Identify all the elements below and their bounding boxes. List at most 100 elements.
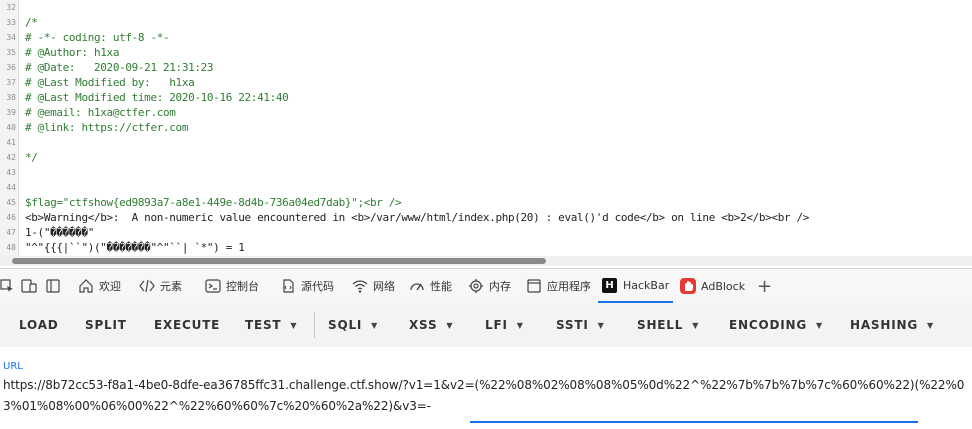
tab-performance[interactable]: 性能 xyxy=(409,269,452,303)
button-label: TEST xyxy=(245,318,282,332)
line-number: 32 xyxy=(6,3,16,12)
console-icon xyxy=(205,279,221,293)
tab-welcome[interactable]: 欢迎 xyxy=(78,269,121,303)
caret-down-icon: ▼ xyxy=(371,320,379,330)
tab-application[interactable]: 应用程序 xyxy=(526,269,591,303)
source-line: 32 xyxy=(0,0,972,15)
sqli-dropdown[interactable]: SQLI ▼ xyxy=(328,303,378,347)
line-content: $flag="ctfshow{ed9893a7-a8e1-449e-8d4b-7… xyxy=(25,196,402,209)
source-line: 34 # -*- coding: utf-8 -*- xyxy=(0,30,972,45)
line-content: "^"{{{|``")("�������"^"``| `*") = 1 xyxy=(25,241,245,254)
tab-hackbar[interactable]: H HackBar xyxy=(598,269,674,303)
tab-label: 欢迎 xyxy=(99,280,121,293)
home-icon xyxy=(79,279,93,293)
tab-label: 应用程序 xyxy=(547,280,591,293)
adblock-hand-icon xyxy=(680,278,696,294)
execute-button[interactable]: EXECUTE xyxy=(154,303,220,347)
source-line: 39 # @email: h1xa@ctfer.com xyxy=(0,105,972,120)
line-content: */ xyxy=(25,151,38,164)
tab-elements[interactable]: 元素 xyxy=(139,269,182,303)
url-field-label: URL xyxy=(3,361,23,372)
test-dropdown[interactable]: TEST ▼ xyxy=(245,303,297,347)
load-button[interactable]: LOAD xyxy=(19,303,59,347)
line-number: 40 xyxy=(6,123,16,132)
caret-down-icon: ▼ xyxy=(597,320,605,330)
ssti-dropdown[interactable]: SSTI ▼ xyxy=(556,303,605,347)
hashing-dropdown[interactable]: HASHING ▼ xyxy=(850,303,934,347)
url-input-focus-underline xyxy=(470,421,918,423)
source-line: 48 "^"{{{|``")("�������"^"``| `*") = 1 xyxy=(0,240,972,255)
line-number: 38 xyxy=(6,93,16,102)
shell-dropdown[interactable]: SHELL ▼ xyxy=(637,303,699,347)
line-number: 45 xyxy=(6,198,16,207)
tab-memory[interactable]: 内存 xyxy=(468,269,511,303)
source-line: 41 xyxy=(0,135,972,150)
tab-label: 元素 xyxy=(160,280,182,293)
horizontal-scrollbar-thumb[interactable] xyxy=(12,258,546,264)
line-content: # -*- coding: utf-8 -*- xyxy=(25,31,170,44)
line-content: # @link: https://ctfer.com xyxy=(25,121,189,134)
line-content: <b>Warning</b>: A non-numeric value enco… xyxy=(25,211,810,224)
button-label: SQLI xyxy=(328,318,363,332)
hackbar-logo-icon: H xyxy=(602,277,617,293)
lfi-dropdown[interactable]: LFI ▼ xyxy=(485,303,524,347)
dock-side-icon[interactable] xyxy=(46,269,60,303)
line-number: 37 xyxy=(6,78,16,87)
line-number: 39 xyxy=(6,108,16,117)
source-line: 43 xyxy=(0,165,972,180)
line-content: # @email: h1xa@ctfer.com xyxy=(25,106,176,119)
button-label: EXECUTE xyxy=(154,318,221,332)
line-content: # @Last Modified by: h1xa xyxy=(25,76,195,89)
caret-down-icon: ▼ xyxy=(290,320,298,330)
source-line: 46 <b>Warning</b>: A non-numeric value en… xyxy=(0,210,972,225)
tab-network[interactable]: 网络 xyxy=(352,269,395,303)
url-input[interactable]: https://8b72cc53-f8a1-4be0-8dfe-ea36785f… xyxy=(3,375,968,417)
xss-dropdown[interactable]: XSS ▼ xyxy=(409,303,453,347)
code-brackets-icon xyxy=(139,279,155,293)
line-number: 34 xyxy=(6,33,16,42)
tab-adblock[interactable]: AdBlock xyxy=(680,269,745,303)
tab-label: AdBlock xyxy=(701,279,746,293)
line-content: 1-("������" xyxy=(25,226,94,239)
tab-console[interactable]: 控制台 xyxy=(205,269,259,303)
source-line: 36 # @Date: 2020-09-21 21:31:23 xyxy=(0,60,972,75)
device-emulation-icon[interactable] xyxy=(21,269,37,303)
split-button[interactable]: SPLIT xyxy=(85,303,127,347)
button-label: XSS xyxy=(409,318,438,332)
line-number: 48 xyxy=(6,243,16,252)
toolbar-divider xyxy=(314,312,315,338)
encoding-dropdown[interactable]: ENCODING ▼ xyxy=(729,303,823,347)
source-line: 33 /* xyxy=(0,15,972,30)
line-number: 47 xyxy=(6,228,16,237)
button-label: SPLIT xyxy=(85,318,127,332)
tab-label: 控制台 xyxy=(226,280,259,293)
source-line: 42 */ xyxy=(0,150,972,165)
tab-label: 性能 xyxy=(430,280,452,293)
tab-sources[interactable]: 源代码 xyxy=(280,269,334,303)
button-label: SSTI xyxy=(556,318,589,332)
caret-down-icon: ▼ xyxy=(815,320,823,330)
tab-label: 源代码 xyxy=(301,280,334,293)
line-number: 43 xyxy=(6,168,16,177)
hackbar-toolbar: LOAD SPLIT EXECUTE TEST ▼ SQLI ▼ XSS ▼ LFI ▼… xyxy=(0,303,972,347)
caret-down-icon: ▼ xyxy=(926,320,934,330)
sources-icon xyxy=(283,279,294,293)
tab-label: 网络 xyxy=(373,280,395,293)
line-number: 36 xyxy=(6,63,16,72)
gauge-icon xyxy=(410,283,424,291)
page-source-view: 32 33 /* 34 # -*- coding: utf-8 -*- 35 # @Auth… xyxy=(0,0,972,256)
line-content: # @Date: 2020-09-21 21:31:23 xyxy=(25,61,214,74)
button-label: LFI xyxy=(485,318,508,332)
source-line: 35 # @Author: h1xa xyxy=(0,45,972,60)
caret-down-icon: ▼ xyxy=(516,320,524,330)
source-line: 45 $flag="ctfshow{ed9893a7-a8e1-449e-8d4b… xyxy=(0,195,972,210)
inspect-element-icon[interactable] xyxy=(0,269,14,303)
application-icon xyxy=(527,279,541,293)
memory-chip-icon xyxy=(469,279,483,293)
line-content: # @Last Modified time: 2020-10-16 22:41:… xyxy=(25,91,289,104)
tab-label: 内存 xyxy=(489,280,511,293)
horizontal-scrollbar[interactable] xyxy=(0,256,972,266)
devtools-tab-bar: 欢迎 元素 控制台 源代码 网络 性能 内存 应用程序 H HackBar Ad… xyxy=(0,268,972,304)
add-tab-button[interactable]: + xyxy=(757,269,772,303)
tab-label: HackBar xyxy=(623,278,670,292)
